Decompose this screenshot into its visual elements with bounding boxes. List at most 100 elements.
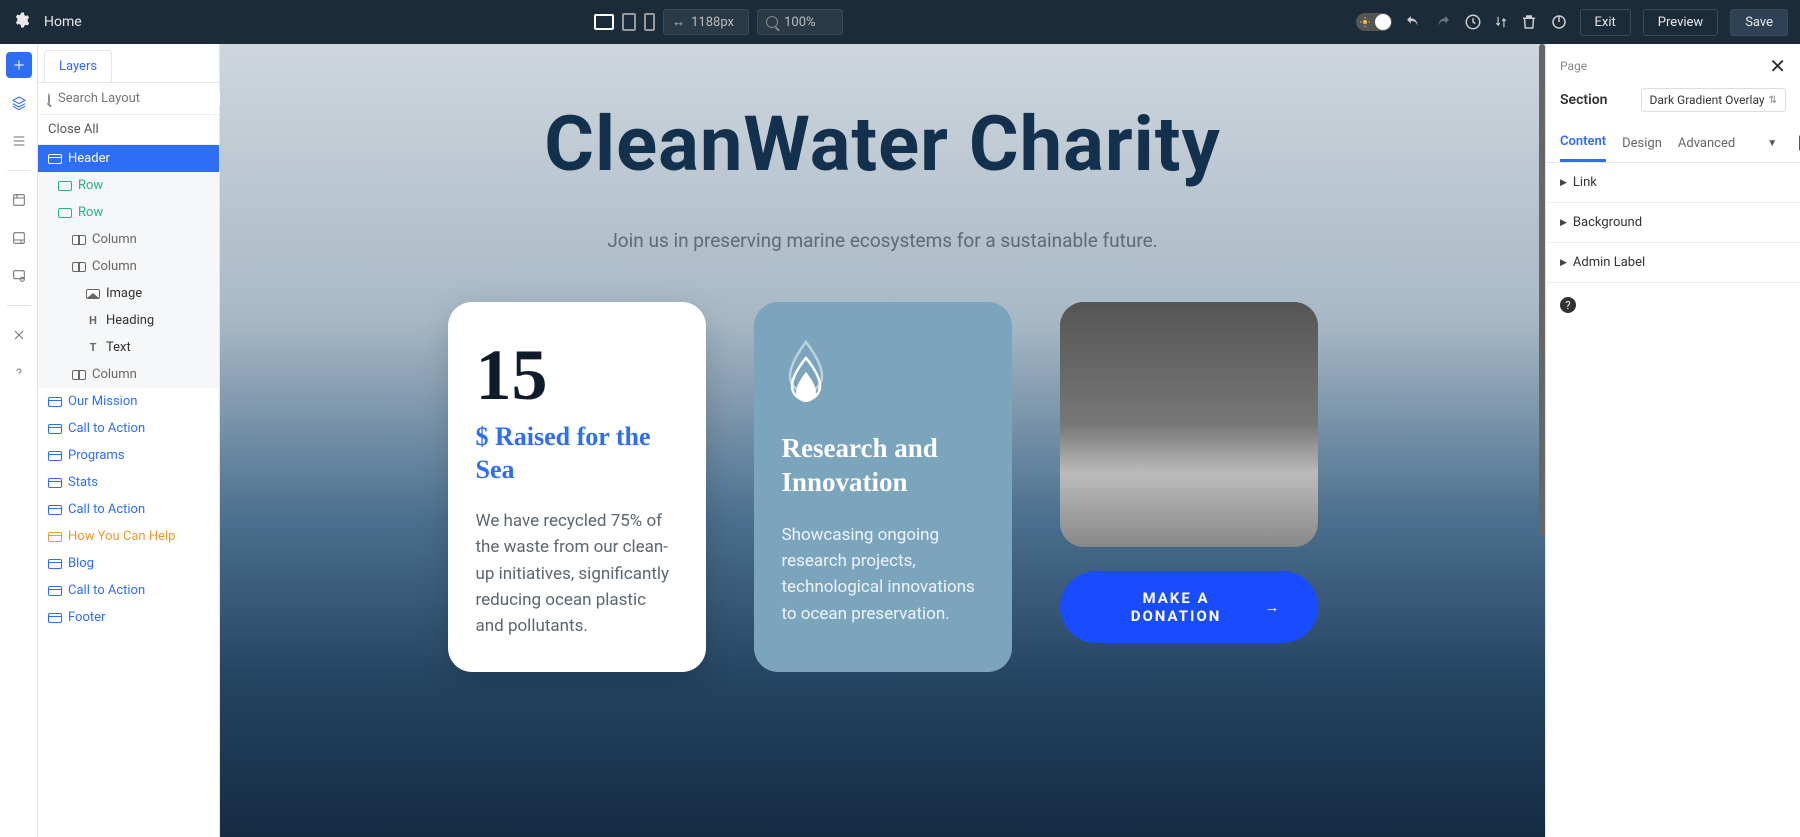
help-icon[interactable]: ? xyxy=(1560,297,1576,313)
tree-label: Text xyxy=(106,340,131,355)
research-card: Research and Innovation Showcasing ongoi… xyxy=(754,302,1012,672)
undo-icon[interactable] xyxy=(1404,13,1422,31)
tree-image[interactable]: Image xyxy=(38,280,219,307)
zoom-input[interactable]: 100% xyxy=(757,9,843,35)
tree-label: Blog xyxy=(68,556,94,571)
tree-label: Footer xyxy=(68,610,105,625)
layers-tab[interactable]: Layers xyxy=(44,50,112,82)
tree-section-help[interactable]: How You Can Help xyxy=(38,523,219,550)
canvas-width-value: 1188px xyxy=(691,15,734,30)
acc-label: Admin Label xyxy=(1573,255,1645,270)
device-desktop-icon[interactable] xyxy=(594,14,614,30)
canvas[interactable]: CleanWater Charity Join us in preserving… xyxy=(220,44,1545,837)
tree-label: Heading xyxy=(106,313,154,328)
panel-tabs: Layers xyxy=(38,44,219,83)
tree-column[interactable]: Column xyxy=(38,226,219,253)
tab-advanced[interactable]: Advanced xyxy=(1678,126,1735,161)
expand-icon: ⇅ xyxy=(1769,95,1777,106)
inspector-panel: Page ✕ Section Dark Gradient Overlay⇅ Co… xyxy=(1545,44,1800,837)
trash-icon[interactable] xyxy=(1520,13,1538,31)
gear-icon[interactable] xyxy=(12,11,30,33)
history-icon[interactable] xyxy=(1464,13,1482,31)
rail-separator-2 xyxy=(7,305,31,306)
close-icon[interactable]: ✕ xyxy=(1769,54,1786,78)
tab-content[interactable]: Content xyxy=(1560,124,1606,162)
stat-title: $ Raised for the Sea xyxy=(476,421,678,486)
list-rail-icon[interactable] xyxy=(6,128,32,154)
tree-section-cta[interactable]: Call to Action xyxy=(38,415,219,442)
device-tablet-icon[interactable] xyxy=(622,13,636,31)
hero-title: CleanWater Charity xyxy=(260,99,1505,189)
tree-section-blog[interactable]: Blog xyxy=(38,550,219,577)
donate-button[interactable]: MAKE A DONATION → xyxy=(1060,571,1318,643)
tree-column[interactable]: Column xyxy=(38,361,219,388)
tree-label: Column xyxy=(92,367,137,382)
layers-search xyxy=(38,83,219,115)
width-icon: ↔ xyxy=(672,14,685,30)
layers-rail-icon[interactable] xyxy=(6,90,32,116)
zoom-value: 100% xyxy=(784,15,815,30)
tree-section-footer[interactable]: Footer xyxy=(38,604,219,631)
tree-label: Column xyxy=(92,259,137,274)
tree-label: Call to Action xyxy=(68,502,145,517)
template-rail-icon[interactable] xyxy=(6,187,32,213)
help-rail-icon[interactable] xyxy=(6,360,32,386)
acc-label: Link xyxy=(1573,175,1597,190)
top-bar: Home ↔ 1188px 100% Exit Preview Save xyxy=(0,0,1800,44)
tree-column[interactable]: Column xyxy=(38,253,219,280)
tree-row[interactable]: Row xyxy=(38,172,219,199)
tree-heading[interactable]: HHeading xyxy=(38,307,219,334)
preview-button[interactable]: Preview xyxy=(1643,9,1718,36)
tree-label: Programs xyxy=(68,448,125,463)
tree-section-cta[interactable]: Call to Action xyxy=(38,496,219,523)
tab-design[interactable]: Design xyxy=(1622,126,1662,161)
donate-label: MAKE A DONATION xyxy=(1096,589,1257,625)
template2-rail-icon[interactable] xyxy=(6,225,32,251)
tree-section-header[interactable]: Header xyxy=(38,145,219,172)
tree-label: Column xyxy=(92,232,137,247)
power-icon[interactable] xyxy=(1550,13,1568,31)
accordion-link[interactable]: ▶Link xyxy=(1546,163,1800,203)
research-text: Showcasing ongoing research projects, te… xyxy=(782,522,984,627)
home-link[interactable]: Home xyxy=(44,14,82,30)
research-title: Research and Innovation xyxy=(782,432,984,500)
layers-tree: Header Row Row Column Column Image HHead… xyxy=(38,145,219,837)
save-button[interactable]: Save xyxy=(1730,9,1788,36)
canvas-width-input[interactable]: ↔ 1188px xyxy=(663,9,749,35)
cards-row: 15 $ Raised for the Sea We have recycled… xyxy=(260,302,1505,672)
tree-row[interactable]: Row xyxy=(38,199,219,226)
settings-rail-icon[interactable] xyxy=(6,263,32,289)
chevron-down-icon[interactable]: ▼ xyxy=(1767,138,1777,149)
search-input[interactable] xyxy=(58,91,224,106)
sort-icon[interactable] xyxy=(1494,15,1508,29)
tree-label: Image xyxy=(106,286,142,301)
inspector-tabs: Content Design Advanced ▼ xyxy=(1546,124,1800,163)
tree-text[interactable]: TText xyxy=(38,334,219,361)
tree-label: Call to Action xyxy=(68,421,145,436)
device-mobile-icon[interactable] xyxy=(644,13,655,31)
donate-image xyxy=(1060,302,1318,547)
tree-section-stats[interactable]: Stats xyxy=(38,469,219,496)
close-all-button[interactable]: Close All xyxy=(38,115,219,145)
droplet-icon xyxy=(782,334,830,414)
search-icon xyxy=(766,16,778,28)
hero-section: CleanWater Charity Join us in preserving… xyxy=(220,44,1545,752)
redo-icon[interactable] xyxy=(1434,13,1452,31)
tools-rail-icon[interactable] xyxy=(6,322,32,348)
accordion-admin-label[interactable]: ▶Admin Label xyxy=(1546,243,1800,283)
theme-toggle[interactable] xyxy=(1356,13,1392,31)
device-icons xyxy=(594,13,655,31)
inspector-header: Page ✕ xyxy=(1546,44,1800,82)
tree-section-cta[interactable]: Call to Action xyxy=(38,577,219,604)
section-preset-pill[interactable]: Dark Gradient Overlay⇅ xyxy=(1641,88,1787,112)
rail-separator xyxy=(7,170,31,171)
accordion-background[interactable]: ▶Background xyxy=(1546,203,1800,243)
scrollbar[interactable] xyxy=(1539,44,1545,536)
exit-button[interactable]: Exit xyxy=(1580,9,1631,36)
layers-panel: Layers Close All Header Row Row Column C… xyxy=(38,44,220,837)
arrow-right-icon: → xyxy=(1265,598,1282,616)
tree-section-programs[interactable]: Programs xyxy=(38,442,219,469)
donate-card: MAKE A DONATION → xyxy=(1060,302,1318,672)
add-button[interactable] xyxy=(6,52,32,78)
tree-section-mission[interactable]: Our Mission xyxy=(38,388,219,415)
